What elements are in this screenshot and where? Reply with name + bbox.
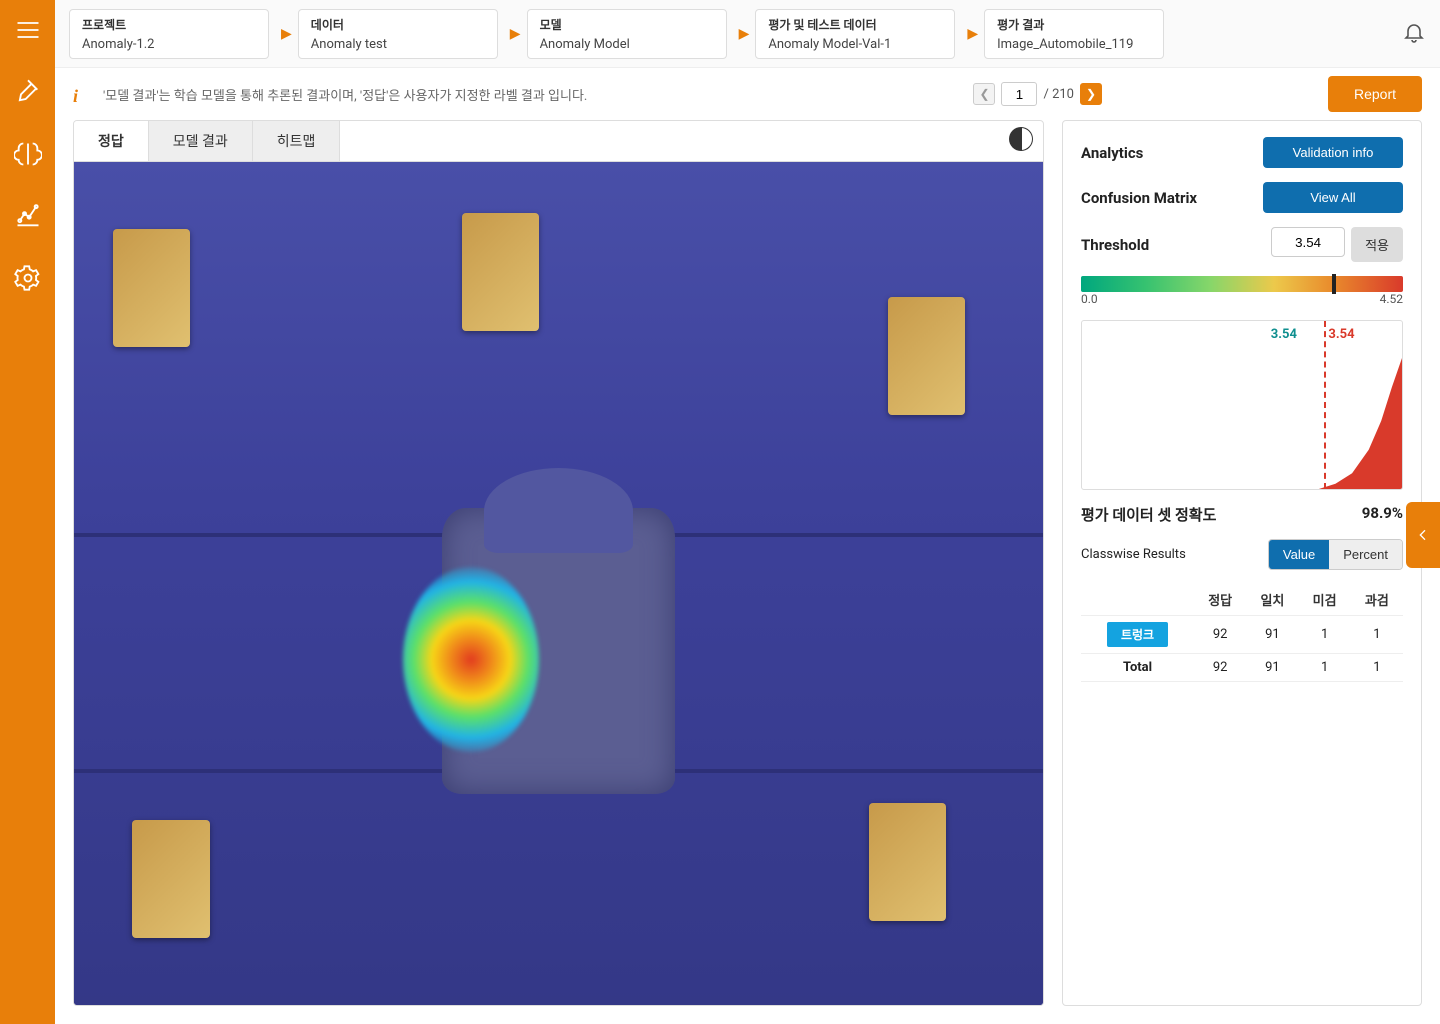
distribution-curve (1319, 358, 1402, 489)
cell: 1 (1299, 654, 1351, 682)
crumb-label: 평가 결과 (997, 16, 1151, 33)
pager: ❮ / 210 ❯ (973, 82, 1102, 106)
confusion-matrix-title: Confusion Matrix (1081, 189, 1197, 207)
threshold-title: Threshold (1081, 236, 1149, 254)
cell: 1 (1351, 616, 1403, 654)
score-distribution-chart: 3.54 3.54 (1081, 320, 1403, 490)
table-row: Total 92 91 1 1 (1081, 654, 1403, 682)
accuracy-label: 평가 데이터 셋 정확도 (1081, 504, 1216, 525)
robot-icon (132, 820, 210, 938)
col-class (1081, 584, 1194, 616)
pager-total: / 210 (1043, 87, 1074, 102)
robot-icon (869, 803, 947, 921)
accuracy-value: 98.9% (1362, 504, 1403, 525)
info-row: i '모델 결과'는 학습 모델을 통해 추론된 결과이며, '정답'은 사용자… (55, 68, 1440, 120)
body-row: 정답 모델 결과 히트맵 (55, 120, 1440, 1024)
brain-icon[interactable] (10, 136, 46, 172)
classwise-results-table: 정답 일치 미검 과검 트렁크 92 91 1 1 Tota (1081, 584, 1403, 682)
crumb-label: 데이터 (311, 16, 485, 33)
robot-icon (888, 297, 966, 415)
crumb-value: Image_Automobile_119 (997, 37, 1151, 52)
pager-current-input[interactable] (1001, 82, 1037, 106)
report-button[interactable]: Report (1328, 76, 1422, 112)
crumb-evaluation-data[interactable]: 평가 및 테스트 데이터 Anomaly Model-Val-1 (755, 9, 955, 59)
threshold-marker[interactable] (1332, 274, 1336, 294)
threshold-value-right: 3.54 (1328, 327, 1354, 342)
classwise-title: Classwise Results (1081, 547, 1186, 562)
cell: 91 (1246, 654, 1298, 682)
class-chip: 트렁크 (1107, 622, 1168, 647)
info-text: '모델 결과'는 학습 모델을 통해 추론된 결과이며, '정답'은 사용자가 … (103, 85, 587, 104)
cell: 91 (1246, 616, 1298, 654)
threshold-apply-button[interactable]: 적용 (1351, 227, 1403, 262)
value-percent-toggle: Value Percent (1268, 539, 1403, 570)
crumb-label: 모델 (540, 16, 714, 33)
chevron-right-icon: ▶ (281, 26, 292, 42)
crumb-value: Anomaly test (311, 37, 485, 52)
pen-tool-icon[interactable] (10, 74, 46, 110)
settings-icon[interactable] (10, 260, 46, 296)
info-icon: i (73, 86, 89, 102)
notifications-icon[interactable] (1402, 20, 1426, 48)
analytics-title: Analytics (1081, 144, 1143, 162)
chevron-right-icon: ▶ (967, 26, 978, 42)
image-panel: 정답 모델 결과 히트맵 (73, 120, 1044, 1006)
analytics-icon[interactable] (10, 198, 46, 234)
segment-value-button[interactable]: Value (1269, 540, 1329, 569)
left-nav-rail (0, 0, 55, 1024)
image-viewport[interactable] (74, 162, 1043, 1005)
class-total: Total (1081, 654, 1194, 682)
analytics-panel: Analytics Validation info Confusion Matr… (1062, 120, 1422, 1006)
compare-toggle-icon[interactable] (1009, 127, 1033, 151)
table-row: 트렁크 92 91 1 1 (1081, 616, 1403, 654)
crumb-label: 프로젝트 (82, 16, 256, 33)
tab-model-result[interactable]: 모델 결과 (149, 121, 253, 161)
threshold-value-left: 3.54 (1271, 327, 1297, 342)
col-miss: 미검 (1299, 584, 1351, 616)
crumb-label: 평가 및 테스트 데이터 (768, 16, 942, 33)
crumb-value: Anomaly Model (540, 37, 714, 52)
chevron-right-icon: ▶ (510, 26, 521, 42)
threshold-vertical-line (1324, 321, 1326, 489)
breadcrumb-bar: 프로젝트 Anomaly-1.2 ▶ 데이터 Anomaly test ▶ 모델… (55, 0, 1440, 68)
crumb-data[interactable]: 데이터 Anomaly test (298, 9, 498, 59)
cell: 1 (1351, 654, 1403, 682)
crumb-evaluation-result[interactable]: 평가 결과 Image_Automobile_119 (984, 9, 1164, 59)
crumb-project[interactable]: 프로젝트 Anomaly-1.2 (69, 9, 269, 59)
tab-heatmap[interactable]: 히트맵 (253, 121, 341, 161)
view-all-button[interactable]: View All (1263, 182, 1403, 213)
gradient-min-label: 0.0 (1081, 292, 1098, 306)
anomaly-heat-blob (403, 567, 539, 752)
segment-percent-button[interactable]: Percent (1329, 540, 1402, 569)
image-tabs: 정답 모델 결과 히트맵 (74, 121, 1043, 162)
pager-prev-button[interactable]: ❮ (973, 83, 995, 105)
chevron-right-icon: ▶ (739, 26, 750, 42)
robot-icon (462, 213, 540, 331)
main-content: i '모델 결과'는 학습 모델을 통해 추론된 결과이며, '정답'은 사용자… (55, 68, 1440, 1024)
validation-info-button[interactable]: Validation info (1263, 137, 1403, 168)
robot-icon (113, 229, 191, 347)
crumb-value: Anomaly Model-Val-1 (768, 37, 942, 52)
table-header-row: 정답 일치 미검 과검 (1081, 584, 1403, 616)
pager-next-button[interactable]: ❯ (1080, 83, 1102, 105)
threshold-input[interactable] (1271, 227, 1345, 257)
gradient-max-label: 4.52 (1380, 292, 1403, 306)
heatmap-scene (74, 162, 1043, 1005)
col-over: 과검 (1351, 584, 1403, 616)
menu-icon[interactable] (10, 12, 46, 48)
tab-ground-truth[interactable]: 정답 (74, 121, 149, 161)
crumb-value: Anomaly-1.2 (82, 37, 256, 52)
col-match: 일치 (1246, 584, 1298, 616)
side-drawer-handle[interactable] (1406, 502, 1440, 568)
cell: 92 (1194, 616, 1246, 654)
cell: 1 (1299, 616, 1351, 654)
col-truth: 정답 (1194, 584, 1246, 616)
threshold-gradient-bar[interactable] (1081, 276, 1403, 292)
crumb-model[interactable]: 모델 Anomaly Model (527, 9, 727, 59)
cell: 92 (1194, 654, 1246, 682)
